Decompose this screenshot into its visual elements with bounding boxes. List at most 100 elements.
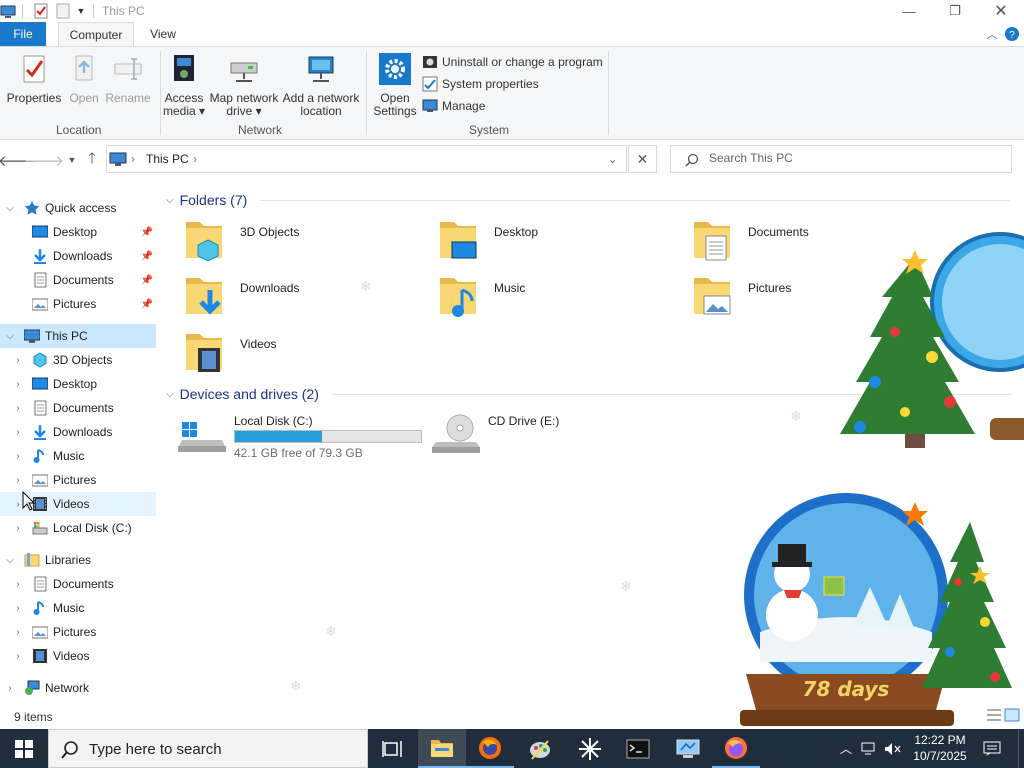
pin-icon[interactable]: 📌	[141, 274, 153, 286]
collapse-ribbon-icon[interactable]: ︿	[984, 26, 1000, 42]
search-input[interactable]	[709, 151, 999, 165]
collapse-chevron-icon[interactable]: ⌵	[4, 330, 16, 342]
new-folder-qat-icon[interactable]	[55, 3, 71, 19]
expand-chevron-icon[interactable]: ›	[12, 522, 24, 534]
nav-pc-music[interactable]: › Music	[0, 444, 156, 468]
nav-pc-desktop[interactable]: › Desktop	[0, 372, 156, 396]
taskbar-clock[interactable]: 12:22 PM 10/7/2025	[900, 732, 980, 764]
expand-chevron-icon[interactable]: ›	[12, 474, 24, 486]
devices-section-header[interactable]: ⌵ Devices and drives (2)	[166, 384, 319, 404]
nav-quick-desktop[interactable]: Desktop 📌	[0, 220, 156, 244]
nav-quick-downloads[interactable]: Downloads 📌	[0, 244, 156, 268]
taskbar-paint-tool[interactable]	[516, 729, 564, 768]
expand-chevron-icon[interactable]: ›	[12, 378, 24, 390]
drive-cd-e[interactable]: CD Drive (E:)	[432, 412, 682, 464]
taskbar-firefox[interactable]	[712, 729, 760, 768]
nav-lib-documents[interactable]: › Documents	[0, 572, 156, 596]
nav-pc-downloads[interactable]: › Downloads	[0, 420, 156, 444]
expand-chevron-icon[interactable]: ›	[12, 450, 24, 462]
expand-chevron-icon[interactable]: ›	[12, 626, 24, 638]
properties-qat-icon[interactable]	[33, 3, 49, 19]
search-box[interactable]	[670, 145, 1012, 173]
refresh-button[interactable]: ✕	[628, 145, 657, 173]
task-view-button[interactable]	[368, 729, 416, 768]
nav-lib-videos[interactable]: › Videos	[0, 644, 156, 668]
properties-button[interactable]: Properties	[6, 53, 62, 105]
help-icon[interactable]: ?	[1004, 26, 1020, 42]
folder-pictures[interactable]: Pictures	[692, 274, 942, 326]
tab-file[interactable]: File	[0, 22, 46, 46]
expand-chevron-icon[interactable]: ›	[4, 682, 16, 694]
nav-pc-pictures[interactable]: › Pictures	[0, 468, 156, 492]
expand-chevron-icon[interactable]: ›	[12, 354, 24, 366]
add-network-location-button[interactable]: Add a network location	[282, 53, 360, 118]
show-desktop-button[interactable]	[1018, 729, 1024, 768]
details-view-icon[interactable]	[986, 708, 1002, 722]
pin-icon[interactable]: 📌	[141, 250, 153, 262]
large-icons-view-icon[interactable]	[1004, 708, 1020, 722]
network-tray-icon[interactable]	[858, 729, 882, 768]
collapse-chevron-icon[interactable]: ⌵	[4, 554, 16, 566]
nav-quick-documents[interactable]: Documents 📌	[0, 268, 156, 292]
nav-lib-music[interactable]: › Music	[0, 596, 156, 620]
qat-dropdown-icon[interactable]: ▼	[75, 3, 87, 19]
expand-chevron-icon[interactable]: ›	[12, 578, 24, 590]
access-media-button[interactable]: Access media ▾	[162, 53, 206, 118]
action-center-button[interactable]	[980, 729, 1004, 768]
rename-button[interactable]: Rename	[104, 53, 152, 105]
up-button[interactable]: 🡑	[82, 150, 102, 170]
nav-quick-pictures[interactable]: Pictures 📌	[0, 292, 156, 316]
taskbar-firefox-dev[interactable]	[466, 729, 514, 768]
address-bar[interactable]: › This PC › ⌄	[106, 145, 627, 173]
folder-3d-objects[interactable]: 3D Objects	[184, 218, 434, 270]
nav-this-pc[interactable]: ⌵ This PC	[0, 324, 156, 348]
this-pc-icon[interactable]	[0, 3, 16, 19]
collapse-chevron-icon[interactable]: ⌵	[166, 389, 174, 400]
show-hidden-icons-button[interactable]: ︿	[836, 729, 856, 768]
folders-section-header[interactable]: ⌵ Folders (7)	[166, 190, 247, 210]
expand-chevron-icon[interactable]: ›	[12, 602, 24, 614]
tab-computer[interactable]: Computer	[58, 22, 134, 46]
folder-music[interactable]: Music	[438, 274, 688, 326]
folder-desktop[interactable]: Desktop	[438, 218, 688, 270]
breadcrumb-chevron-icon[interactable]: ›	[131, 152, 135, 166]
breadcrumb-chevron-icon[interactable]: ›	[193, 152, 197, 166]
taskbar-file-explorer[interactable]	[418, 729, 466, 768]
nav-lib-pictures[interactable]: › Pictures	[0, 620, 156, 644]
forward-button[interactable]: 🡒	[24, 150, 64, 170]
taskbar-sparkle-app[interactable]	[566, 729, 614, 768]
collapse-chevron-icon[interactable]: ⌵	[166, 195, 174, 206]
system-properties-button[interactable]: System properties	[422, 74, 539, 94]
recent-locations-dropdown[interactable]: ▼	[62, 150, 82, 170]
folder-videos[interactable]: Videos	[184, 330, 434, 382]
nav-network[interactable]: › Network	[0, 676, 156, 700]
drive-local-disk-c[interactable]: Local Disk (C:) 42.1 GB free of 79.3 GB	[178, 412, 428, 464]
pin-icon[interactable]: 📌	[141, 298, 153, 310]
start-button[interactable]	[0, 729, 48, 768]
breadcrumb-this-pc[interactable]: This PC	[146, 152, 189, 166]
nav-quick-access[interactable]: ⌵ Quick access	[0, 196, 156, 220]
expand-chevron-icon[interactable]: ›	[12, 650, 24, 662]
manage-button[interactable]: Manage	[422, 96, 485, 116]
close-button[interactable]: ✕	[978, 0, 1024, 22]
taskbar-search-box[interactable]: Type here to search	[48, 729, 368, 768]
tab-view[interactable]: View	[140, 22, 186, 46]
uninstall-program-button[interactable]: Uninstall or change a program	[422, 52, 603, 72]
open-button[interactable]: Open	[64, 53, 104, 105]
expand-chevron-icon[interactable]: ›	[12, 402, 24, 414]
open-settings-button[interactable]: Open Settings	[370, 53, 420, 118]
collapse-chevron-icon[interactable]: ⌵	[4, 202, 16, 214]
nav-pc-local-disk[interactable]: › Local Disk (C:)	[0, 516, 156, 540]
restore-button[interactable]: ❐	[932, 0, 978, 22]
minimize-button[interactable]: —	[886, 0, 932, 22]
nav-pc-3d-objects[interactable]: › 3D Objects	[0, 348, 156, 372]
nav-pc-documents[interactable]: › Documents	[0, 396, 156, 420]
folder-downloads[interactable]: Downloads	[184, 274, 434, 326]
pin-icon[interactable]: 📌	[141, 226, 153, 238]
expand-chevron-icon[interactable]: ›	[12, 426, 24, 438]
taskbar-terminal[interactable]	[614, 729, 662, 768]
nav-libraries[interactable]: ⌵ Libraries	[0, 548, 156, 572]
map-network-drive-button[interactable]: Map network drive ▾	[208, 53, 280, 118]
address-dropdown-icon[interactable]: ⌄	[608, 153, 620, 166]
taskbar-remote-desktop[interactable]	[664, 729, 712, 768]
